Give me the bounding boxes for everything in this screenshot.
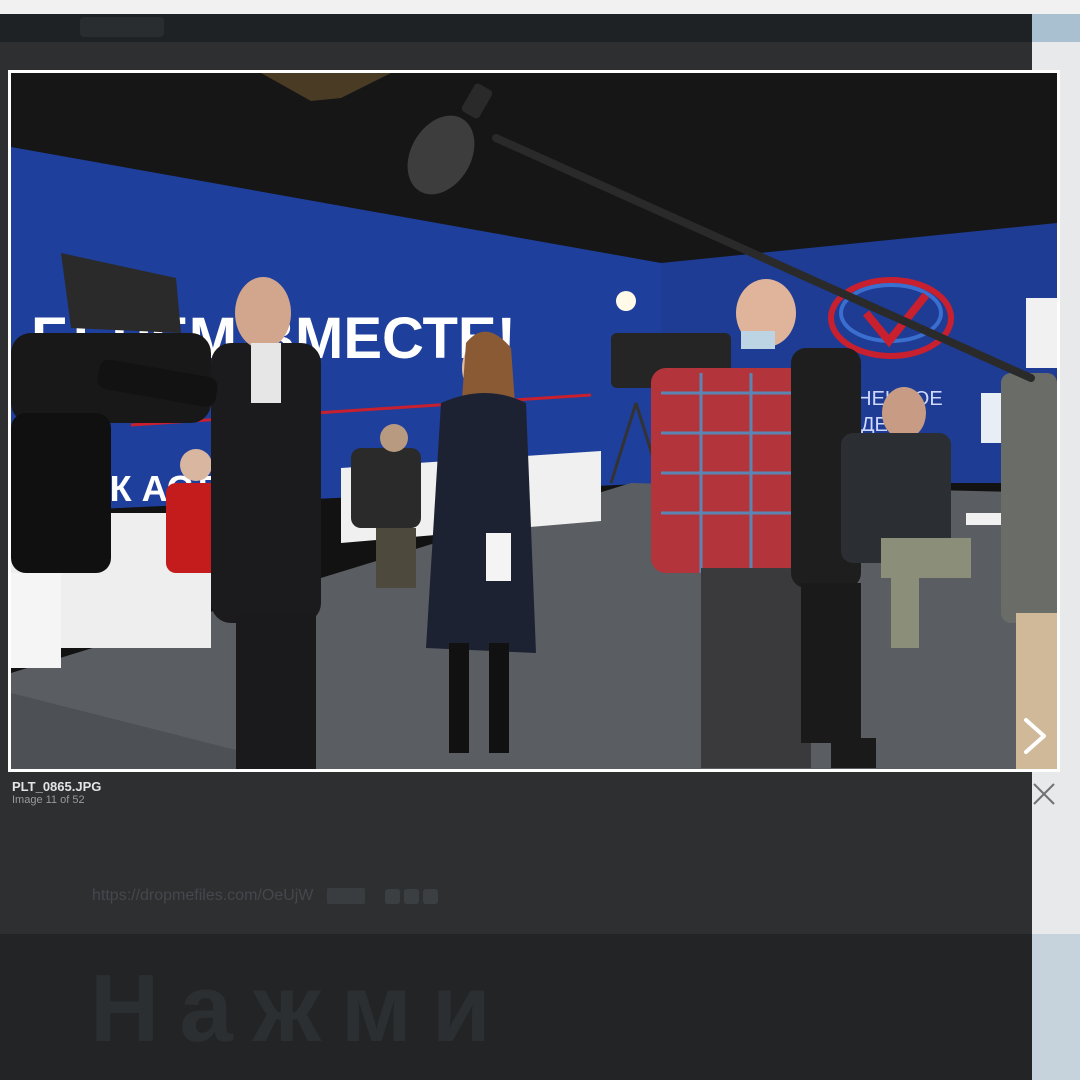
blurred-heading: Нажми (90, 955, 511, 1062)
facebook-icon[interactable] (385, 888, 401, 904)
browser-top-strip (0, 0, 1080, 14)
odnoklassniki-icon[interactable] (423, 888, 439, 904)
copy-button[interactable] (327, 888, 366, 904)
social-icons (385, 888, 439, 904)
right-rail-tab[interactable] (1032, 14, 1080, 42)
lightbox-caption: PLT_0865.JPG Image 11 of 52 (12, 779, 101, 807)
vk-icon[interactable] (404, 888, 420, 904)
image-filename: PLT_0865.JPG (12, 779, 102, 794)
share-url-link[interactable]: https://dropmefiles.com/OeUjW (92, 887, 313, 905)
chevron-right-icon[interactable] (1018, 712, 1052, 760)
header-pill[interactable] (80, 17, 164, 37)
page-bottom-section: Нажми (0, 934, 1032, 1080)
lightbox-photo: БЕРЕМ ВМЕСТЕ! ОВСК АСТИ ЦЕНЕННОЕ ДЕНИ (11, 73, 1057, 769)
right-rail-lower (1032, 934, 1080, 1080)
close-icon[interactable] (1030, 780, 1058, 808)
lightbox-image-frame: БЕРЕМ ВМЕСТЕ! ОВСК АСТИ ЦЕНЕННОЕ ДЕНИ (8, 70, 1060, 772)
image-counter: Image 11 of 52 (12, 794, 85, 806)
share-link-row: https://dropmefiles.com/OeUjW (92, 885, 439, 907)
page-header (0, 14, 1032, 42)
